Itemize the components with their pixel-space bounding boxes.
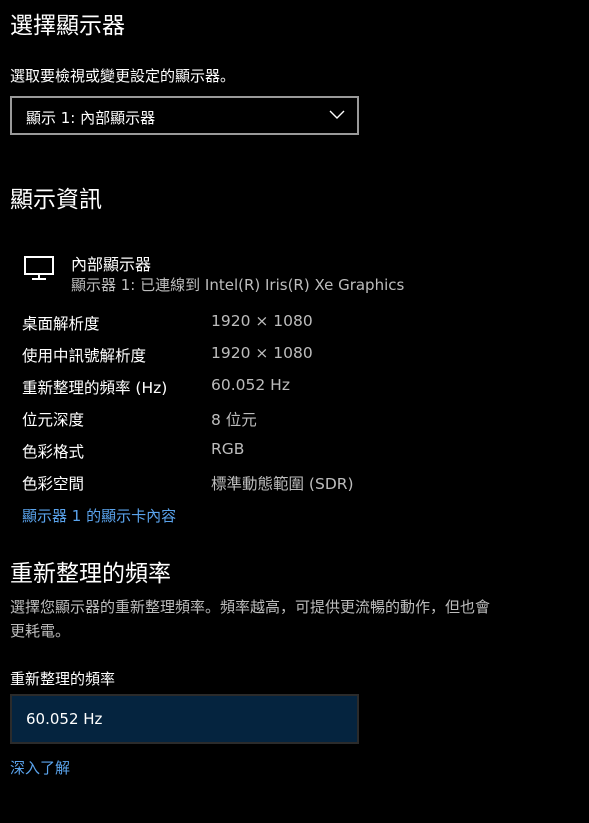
refresh-rate-description-line2: 更耗電。 (10, 622, 71, 640)
display-info-heading: 顯示資訊 (10, 187, 102, 213)
select-display-heading: 選擇顯示器 (10, 13, 125, 39)
info-value: RGB (211, 440, 245, 458)
info-row-color-format: 色彩格式 RGB (22, 437, 442, 463)
info-label: 色彩格式 (22, 443, 85, 461)
info-label: 重新整理的頻率 (Hz) (22, 379, 168, 397)
info-label: 位元深度 (22, 411, 85, 429)
learn-more-link[interactable]: 深入了解 (10, 757, 70, 778)
info-value: 1920 × 1080 (211, 312, 313, 330)
select-display-instruction: 選取要檢視或變更設定的顯示器。 (10, 67, 236, 85)
monitor-name: 內部顯示器 (71, 255, 152, 274)
refresh-rate-heading: 重新整理的頻率 (10, 561, 171, 587)
refresh-rate-field-label: 重新整理的頻率 (10, 670, 116, 688)
info-row-refresh-rate: 重新整理的頻率 (Hz) 60.052 Hz (22, 373, 442, 399)
info-label: 色彩空間 (22, 475, 85, 493)
info-label: 使用中訊號解析度 (22, 347, 147, 365)
refresh-rate-selected-value: 60.052 Hz (26, 710, 103, 728)
info-row-desktop-resolution: 桌面解析度 1920 × 1080 (22, 309, 442, 335)
info-value: 8 位元 (211, 411, 257, 429)
info-value: 1920 × 1080 (211, 344, 313, 362)
monitor-subtitle: 顯示器 1: 已連線到 Intel(R) Iris(R) Xe Graphics (71, 276, 405, 294)
refresh-rate-description-line1: 選擇您顯示器的重新整理頻率。頻率越高，可提供更流暢的動作，但也會 (10, 598, 491, 616)
info-row-color-space: 色彩空間 標準動態範圍 (SDR) (22, 469, 442, 495)
info-label: 桌面解析度 (22, 315, 100, 333)
info-value: 標準動態範圍 (SDR) (211, 475, 354, 493)
info-row-active-signal-resolution: 使用中訊號解析度 1920 × 1080 (22, 341, 442, 367)
monitor-icon (24, 256, 54, 280)
refresh-rate-dropdown[interactable]: 60.052 Hz (10, 694, 359, 744)
info-value: 60.052 Hz (211, 376, 290, 394)
display-adapter-properties-link[interactable]: 顯示器 1 的顯示卡內容 (22, 505, 176, 526)
display-dropdown[interactable]: 顯示 1: 內部顯示器 (10, 96, 359, 135)
info-row-bit-depth: 位元深度 8 位元 (22, 405, 442, 431)
chevron-down-icon (329, 110, 345, 119)
display-dropdown-value: 顯示 1: 內部顯示器 (26, 109, 156, 127)
